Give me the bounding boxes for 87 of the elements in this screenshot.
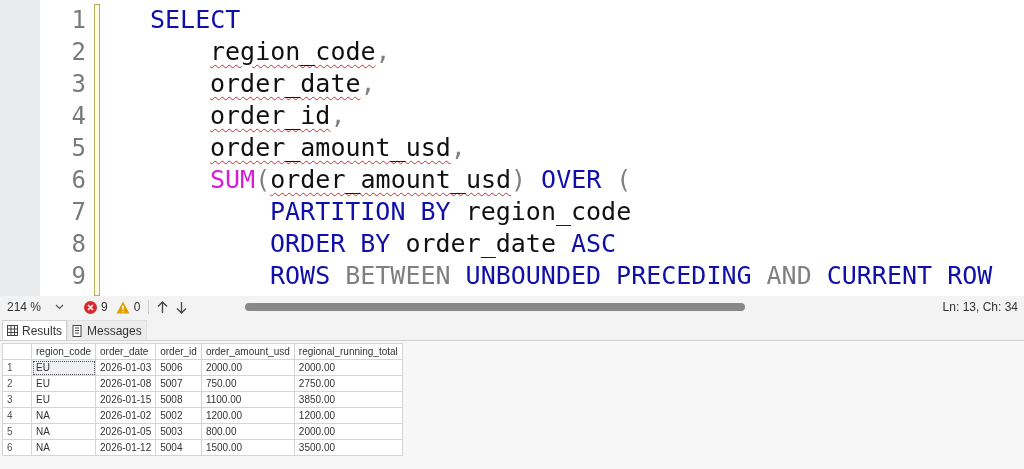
document-icon: [72, 324, 83, 337]
table-cell: 2000.00: [294, 423, 403, 440]
code-token: (: [255, 164, 271, 196]
row-number: 4: [2, 407, 32, 424]
line-number: 8: [71, 229, 87, 260]
table-cell: 2026-01-05: [95, 423, 156, 440]
line-number: 6: [71, 165, 87, 196]
table-cell: 5004: [155, 439, 202, 456]
table-cell: 3850.00: [294, 391, 403, 408]
line-number: 7: [71, 197, 87, 228]
row-number: 5: [2, 423, 32, 440]
arrow-up-icon[interactable]: [157, 300, 169, 314]
table-cell: 1200.00: [201, 407, 295, 424]
code-token: SELECT: [150, 4, 241, 36]
results-tab[interactable]: Results: [2, 320, 67, 340]
table-cell: EU: [31, 375, 96, 392]
line-number: 1: [71, 5, 87, 36]
table-cell: 2026-01-12: [95, 439, 156, 456]
table-cell: NA: [31, 423, 96, 440]
table-cell: 2026-01-02: [95, 407, 156, 424]
warning-icon: [115, 300, 130, 314]
chevron-down-icon: [55, 304, 65, 310]
line-number: 4: [71, 101, 87, 132]
table-cell: 2026-01-15: [95, 391, 156, 408]
code-token: ,: [450, 132, 466, 164]
code-token: (: [616, 164, 632, 196]
error-icon: [84, 300, 97, 314]
table-cell: 2000.00: [201, 359, 295, 376]
code-token: ORDER BY: [270, 228, 391, 260]
row-number: 3: [2, 391, 32, 408]
code-token: region_code: [465, 196, 632, 228]
table-cell: 2000.00: [294, 359, 403, 376]
arrow-down-icon[interactable]: [176, 300, 188, 314]
error-count: 9: [101, 300, 108, 314]
table-cell: 1100.00: [201, 391, 295, 408]
column-header[interactable]: order_date: [95, 343, 156, 360]
column-header[interactable]: regional_running_total: [294, 343, 403, 360]
code-token: ,: [330, 100, 346, 132]
table-cell: 750.00: [201, 375, 295, 392]
code-token: ,: [360, 68, 376, 100]
column-header[interactable]: region_code: [31, 343, 96, 360]
code-token: CURRENT ROW: [826, 260, 993, 292]
grid-icon: [7, 325, 18, 336]
row-number: 1: [2, 359, 32, 376]
code-token: BETWEEN: [345, 260, 451, 292]
table-cell: 2026-01-08: [95, 375, 156, 392]
code-token: UNBOUNDED PRECEDING: [465, 260, 752, 292]
code-token: SUM: [210, 164, 256, 196]
column-header[interactable]: order_id: [155, 343, 202, 360]
code-token: ASC: [570, 228, 617, 260]
results-tab[interactable]: Messages: [67, 320, 147, 340]
table-cell: 5002: [155, 407, 202, 424]
code-token: PARTITION BY: [270, 196, 451, 228]
code-token: ): [511, 164, 527, 196]
table-cell: 1500.00: [201, 439, 295, 456]
warning-count: 0: [133, 300, 141, 314]
table-cell: 5007: [155, 375, 202, 392]
table-cell: 2750.00: [294, 375, 403, 392]
code-token: ROWS: [270, 260, 331, 292]
code-token: region_code: [210, 36, 376, 68]
table-cell: 2026-01-03: [95, 359, 156, 376]
row-number: 6: [2, 439, 32, 456]
line-number: 2: [71, 37, 87, 68]
code-token: OVER: [541, 164, 602, 196]
table-cell: 5003: [155, 423, 202, 440]
column-header[interactable]: order_amount_usd: [201, 343, 295, 360]
code-token: order_amount_usd: [270, 164, 512, 196]
table-cell: NA: [31, 407, 96, 424]
line-number: 5: [71, 133, 87, 164]
scrollbar-thumb[interactable]: [245, 303, 746, 311]
table-cell: 5006: [155, 359, 202, 376]
line-number: 9: [71, 261, 87, 292]
table-cell: EU: [31, 391, 96, 408]
table-cell: 800.00: [201, 423, 295, 440]
code-token: AND: [766, 260, 812, 292]
code-token: ,: [375, 36, 391, 68]
line-number: 3: [71, 69, 87, 100]
code-token: order_id: [210, 100, 331, 132]
code-token: order_date: [210, 68, 361, 100]
code-token: order_amount_usd: [210, 132, 451, 164]
table-cell: 5008: [155, 391, 202, 408]
table-cell: 1200.00: [294, 407, 403, 424]
cursor-position: Ln: 13, Ch: 34: [942, 300, 1018, 314]
table-cell: 3500.00: [294, 439, 403, 456]
table-cell: NA: [31, 439, 96, 456]
code-token: order_date: [405, 228, 556, 260]
row-number: 2: [2, 375, 32, 392]
